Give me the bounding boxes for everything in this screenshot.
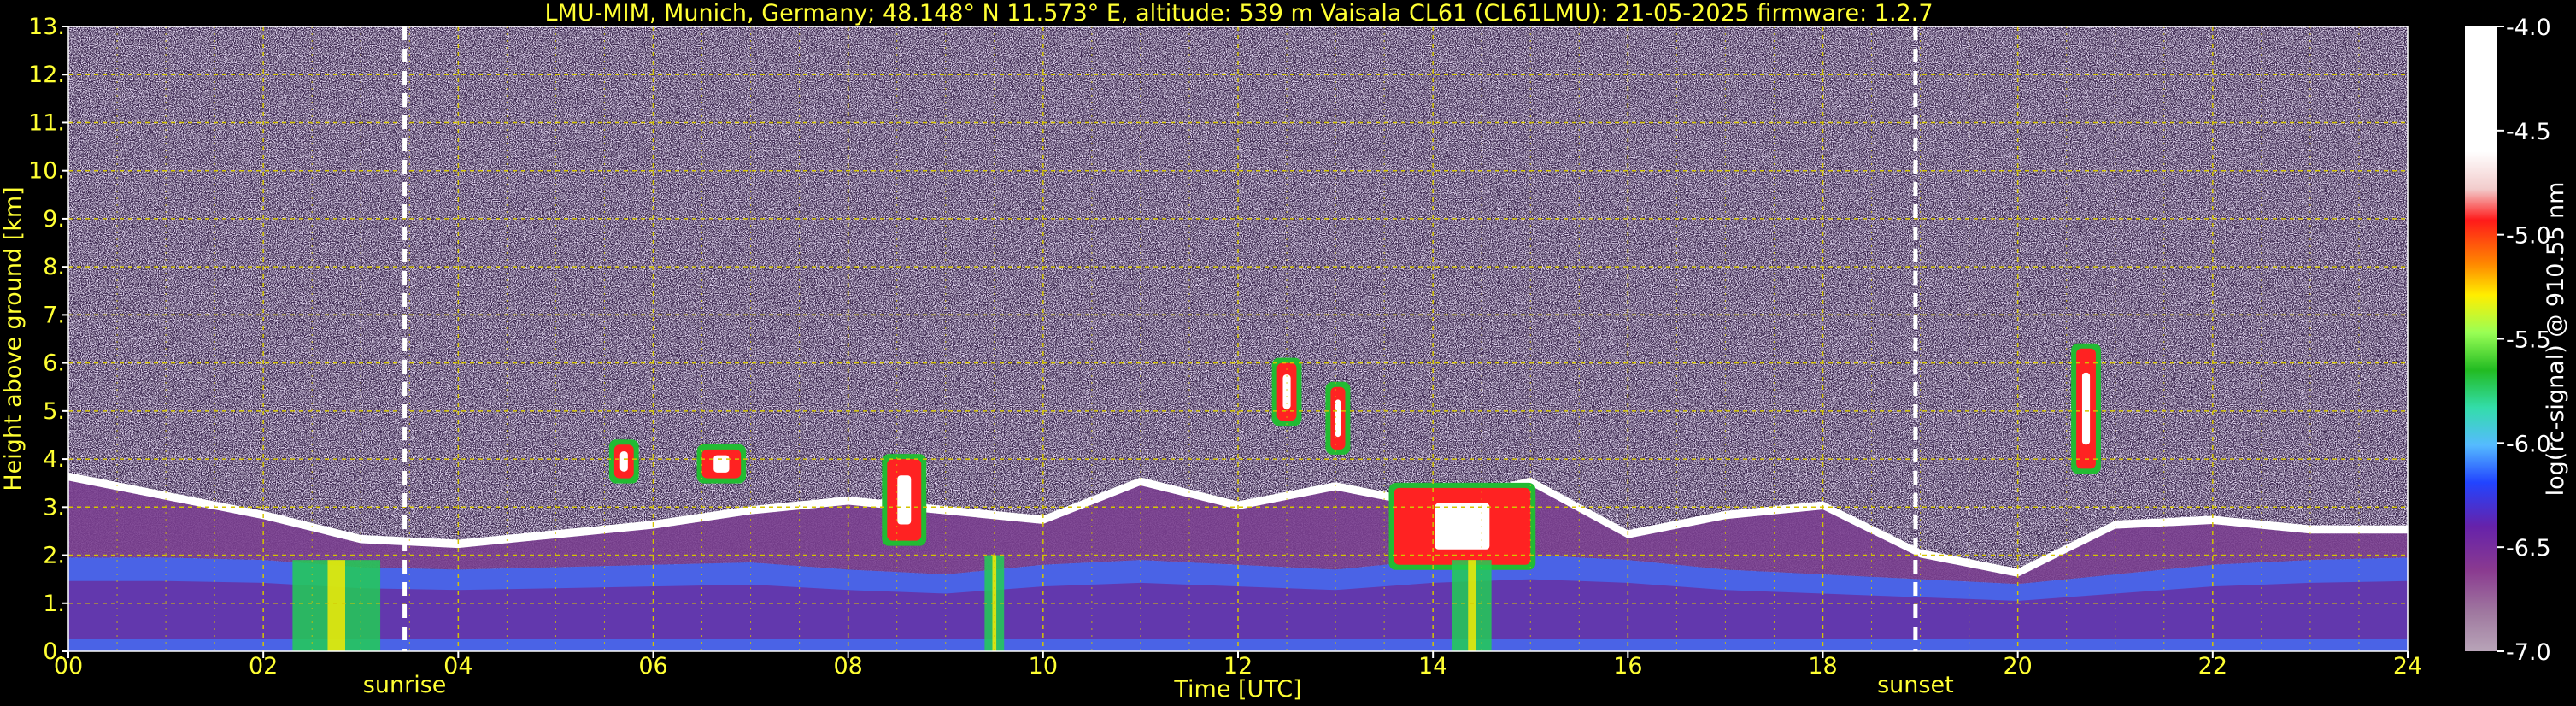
sun-marker-label: sunset <box>1877 672 1954 698</box>
y-tick-label: 2. <box>43 543 65 569</box>
plot-area <box>68 26 2408 651</box>
colorbar-label: log(rc-signal) @ 910.55 nm <box>2543 182 2569 497</box>
precipitation-core <box>1468 560 1476 651</box>
x-tick-label: 04 <box>443 653 472 680</box>
x-tick-label: 02 <box>249 653 278 680</box>
colorbar: -4.0-4.5-5.0-5.5-6.0-6.5-7.0 log(rc-sign… <box>2465 15 2569 666</box>
x-tick-label: 14 <box>1418 653 1447 680</box>
y-tick-label: 13. <box>28 14 65 40</box>
x-tick-label: 18 <box>1808 653 1837 680</box>
colorbar-tick-label: -4.5 <box>2506 119 2551 145</box>
x-axis-label: Time [UTC] <box>1173 676 1301 703</box>
y-tick-label: 3. <box>43 494 65 521</box>
y-tick-label: 7. <box>43 302 65 328</box>
cloud-peak <box>713 455 730 473</box>
cloud-peak <box>897 475 912 525</box>
y-tick-label: 10. <box>28 158 65 185</box>
x-tick-label: 24 <box>2393 653 2422 680</box>
colorbar-tick-label: -7.0 <box>2506 639 2551 666</box>
x-tick-label: 08 <box>833 653 862 680</box>
y-tick-label: 5. <box>43 398 65 425</box>
cloud-peak <box>2081 372 2091 445</box>
chart-title: LMU-MIM, Munich, Germany; 48.148° N 11.5… <box>544 0 1933 26</box>
cloud-peak <box>619 451 628 472</box>
x-tick-label: 20 <box>2003 653 2032 680</box>
y-tick-label: 8. <box>43 254 65 280</box>
colorbar-tick-label: -6.5 <box>2506 535 2551 562</box>
colorbar-gradient <box>2465 26 2497 651</box>
y-tick-label: 9. <box>43 206 65 232</box>
colorbar-tick-label: -4.0 <box>2506 15 2551 41</box>
y-tick-label: 11. <box>28 109 65 136</box>
x-tick-label: 16 <box>1613 653 1642 680</box>
x-tick-label: 22 <box>2198 653 2227 680</box>
ceilometer-chart: sunrise sunset00 02 04 06 08 10 12 14 16 18 20 22 240… <box>0 0 2569 703</box>
x-tick-label: 10 <box>1029 653 1058 680</box>
y-tick-label: 12. <box>28 62 65 88</box>
precipitation-core <box>327 560 345 651</box>
y-tick-label: 1. <box>43 591 65 617</box>
x-tick-label: 06 <box>638 653 667 680</box>
y-axis-label: Height above ground [km] <box>0 186 26 491</box>
y-tick-label: 6. <box>43 350 65 377</box>
y-tick-label: 0. <box>43 638 65 665</box>
y-tick-label: 4. <box>43 446 65 473</box>
sun-marker-label: sunrise <box>363 672 447 698</box>
